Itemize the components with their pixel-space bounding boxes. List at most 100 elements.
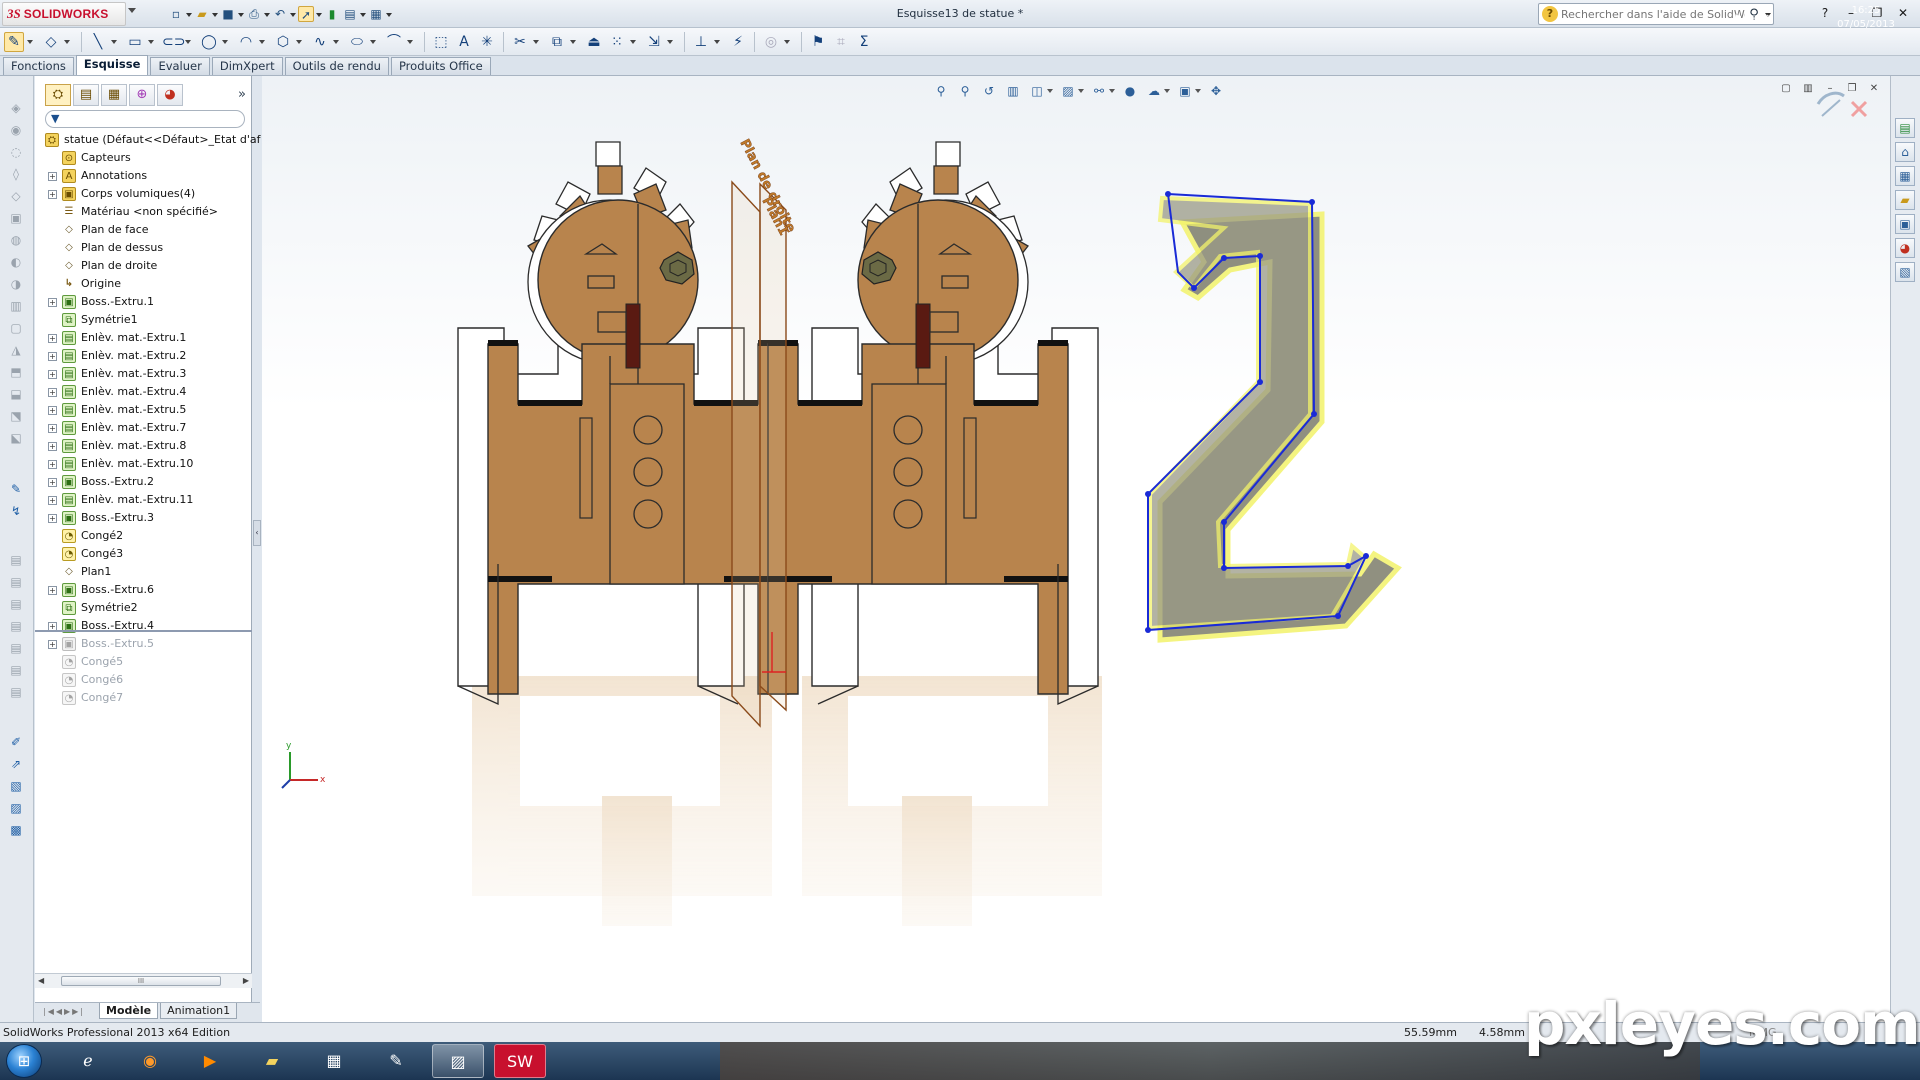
polygon-icon[interactable]: ⬡ [273,32,293,52]
tray-volume-icon[interactable]: ♪ [1764,14,1770,25]
tree-item[interactable]: ◇ Plan1 [35,563,252,581]
tree-item[interactable]: + ▣ Boss.-Extru.4 [35,617,252,635]
solidworks-taskbar-icon[interactable]: SW [494,1044,546,1078]
rectangle-dropdown[interactable] [148,32,155,52]
hide-show-items-icon[interactable]: ⚯ [1090,82,1108,100]
print-icon[interactable]: ⎙ [246,6,262,22]
tab-evaluer[interactable]: Evaluer [150,57,210,75]
undo-icon[interactable]: ↶ [272,6,288,22]
tree-item-suppressed[interactable]: ◔ Congé5 [35,653,252,671]
expand-toggle-icon[interactable]: + [48,640,57,649]
freeform-icon[interactable]: ⬕ [7,430,25,446]
exit-sketch-icon[interactable]: ⇗ [7,756,25,772]
convert-dropdown[interactable] [570,32,577,52]
tree-item-suppressed[interactable]: ◔ Congé7 [35,689,252,707]
print-dropdown[interactable] [264,6,270,22]
dimxpert-manager-tab-icon[interactable]: ⊕ [129,84,155,106]
expand-toggle-icon[interactable]: + [48,298,57,307]
tree-item[interactable]: ◔ Congé2 [35,527,252,545]
tree-item[interactable]: + ▤ Enlèv. mat.-Extru.8 [35,437,252,455]
view-front-icon[interactable]: ▤ [7,552,25,568]
tab-outils-de-rendu[interactable]: Outils de rendu [284,57,389,75]
offset-entities-icon[interactable]: ⏏ [584,32,604,52]
solidworks-resources-icon[interactable]: ▤ [1895,118,1915,138]
expand-toggle-icon[interactable]: + [48,352,57,361]
ellipse-icon[interactable]: ⬭ [347,32,367,52]
tree-item[interactable]: + ▣ Boss.-Extru.3 [35,509,252,527]
relations-dropdown[interactable] [714,32,721,52]
chamfer-icon[interactable]: ◑ [7,276,25,292]
rebuild-icon[interactable]: ▮ [324,6,340,22]
scene-dropdown[interactable] [1164,82,1170,100]
scroll-left-icon[interactable]: ◀ [38,976,44,985]
trim-entities-icon[interactable]: ✂ [510,32,530,52]
calculator-icon[interactable]: ▦ [308,1044,360,1078]
view-left-icon[interactable]: ▤ [7,596,25,612]
file-properties-icon[interactable]: ▤ [342,6,358,22]
tree-item[interactable]: + A Annotations [35,167,252,185]
rapid-sketch-icon[interactable]: ⚑ [808,32,828,52]
fillet-feature-icon[interactable]: ◐ [7,254,25,270]
custom-properties-icon[interactable]: ▧ [1895,262,1915,282]
ellipse-dropdown[interactable] [370,32,377,52]
tree-item[interactable]: ◇ Plan de face [35,221,252,239]
smart-dimension-icon[interactable]: ◇ [41,32,61,52]
model-viewport[interactable]: Plan de droite Plan1 y x [262,76,1890,1026]
view-settings-dropdown[interactable] [1195,82,1201,100]
tab-modele[interactable]: Modèle [99,1003,159,1019]
quick-snaps-icon[interactable]: ◎ [761,32,781,52]
options-icon[interactable]: ▦ [368,6,384,22]
sketch-tool-icon[interactable]: ✎ [7,481,25,497]
move-dropdown[interactable] [667,32,674,52]
view-right-icon[interactable]: ▤ [7,618,25,634]
display-style-icon[interactable]: ▨ [1059,82,1077,100]
save-icon[interactable]: ■ [220,6,236,22]
spline-icon[interactable]: ∿ [310,32,330,52]
cut-icon[interactable]: ▣ [7,210,25,226]
relations-tool-icon[interactable]: ▨ [7,800,25,816]
internet-explorer-icon[interactable]: ℯ [62,1044,114,1078]
expand-toggle-icon[interactable]: + [48,424,57,433]
tree-item[interactable]: + ▤ Enlèv. mat.-Extru.2 [35,347,252,365]
move-view-icon[interactable]: ✥ [1207,82,1225,100]
sketch-dropdown[interactable] [27,32,34,52]
expand-toggle-icon[interactable]: + [48,496,57,505]
expand-toggle-icon[interactable]: + [48,370,57,379]
expand-toggle-icon[interactable]: + [48,478,57,487]
expand-toggle-icon[interactable]: + [48,388,57,397]
tray-network-icon[interactable]: ▤ [1749,14,1758,25]
zoom-to-fit-icon[interactable]: ⚲ [932,82,950,100]
options-dropdown[interactable] [386,6,392,22]
open-dropdown[interactable] [212,6,218,22]
text-icon[interactable]: A [454,32,474,52]
mirror-tool-icon[interactable]: ▩ [7,822,25,838]
trim-dropdown[interactable] [533,32,540,52]
new-document-icon[interactable]: ▫ [168,6,184,22]
gimp-icon[interactable]: ✎ [370,1044,422,1078]
scroll-right-icon[interactable]: ▶ [243,976,249,985]
statue-body-right[interactable] [767,141,1099,705]
slot-icon[interactable]: ⊂⊃ [162,32,185,52]
scroll-thumb[interactable]: III [61,976,221,986]
arc-dropdown[interactable] [259,32,266,52]
dome-icon[interactable]: ⬓ [7,386,25,402]
feature-filter-input[interactable]: ▼ [45,110,245,128]
expand-toggle-icon[interactable]: + [48,334,57,343]
tree-item[interactable]: ⊙ Capteurs [35,149,252,167]
tree-item[interactable]: + ▣ Corps volumiques(4) [35,185,252,203]
revolve-icon[interactable]: ◉ [7,122,25,138]
tree-root-part[interactable]: ⛭ statue (Défaut<<Défaut>_Etat d'af [35,131,260,149]
confirmation-corner[interactable] [1816,91,1868,118]
tree-item[interactable]: + ▤ Enlèv. mat.-Extru.11 [35,491,252,509]
extrude-icon[interactable]: ◈ [7,100,25,116]
tray-flag-icon[interactable]: ⚑ [1734,14,1743,25]
property-manager-tab-icon[interactable]: ▤ [73,84,99,106]
media-player-icon[interactable]: ▶ [184,1044,236,1078]
plane-sketch-icon[interactable]: ⬚ [431,32,451,52]
tab-animation1[interactable]: Animation1 [160,1003,238,1019]
save-dropdown[interactable] [238,6,244,22]
solidworks-menu-button[interactable]: 3S SOLIDWORKS [2,2,126,26]
undo-dropdown[interactable] [290,6,296,22]
circle-dropdown[interactable] [222,32,229,52]
sketch-ink-icon[interactable]: Σ [854,32,874,52]
